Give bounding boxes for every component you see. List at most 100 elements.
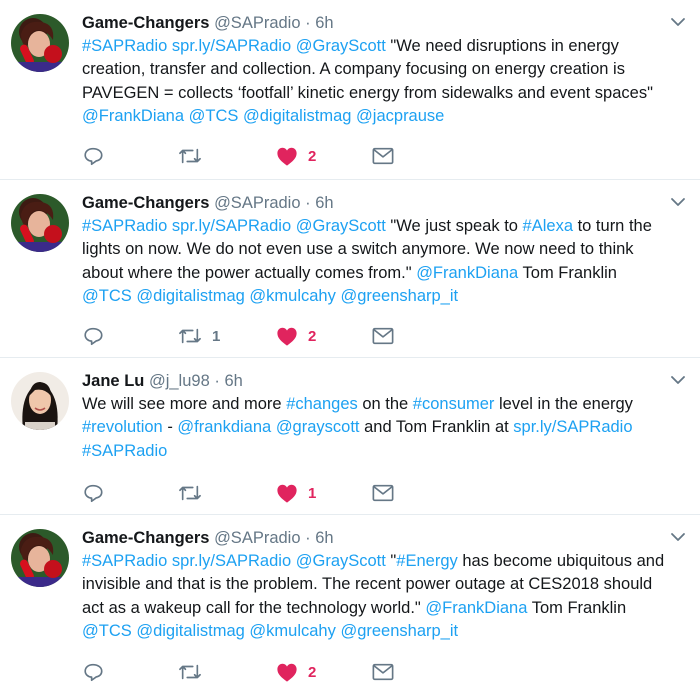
mention-link[interactable]: @greensharp_it — [340, 622, 458, 640]
tweet-header: Game-Changers @SAPradio · 6h — [82, 12, 670, 34]
mention-link[interactable]: @TCS — [189, 107, 239, 125]
tweet-actions: 2 — [82, 143, 700, 169]
separator-dot: · — [305, 529, 311, 547]
envelope-icon — [372, 147, 394, 165]
woman-red-phone-avatar-icon — [11, 14, 69, 72]
retweet-button[interactable] — [178, 143, 212, 169]
tweet-text: #SAPRadio spr.ly/SAPRadio @GrayScott "We… — [82, 35, 670, 129]
like-button[interactable]: 1 — [276, 480, 316, 506]
direct-message-button[interactable] — [372, 323, 394, 349]
chevron-down-icon[interactable] — [670, 194, 686, 210]
url-link[interactable]: spr.ly/SAPRadio — [172, 37, 291, 55]
hashtag-link[interactable]: #Alexa — [523, 217, 573, 235]
mention-link[interactable]: @GrayScott — [296, 552, 386, 570]
envelope-icon — [372, 663, 394, 681]
author-handle[interactable]: @j_lu98 — [149, 372, 210, 390]
mention-link[interactable]: @greensharp_it — [340, 287, 458, 305]
chevron-down-icon[interactable] — [670, 372, 686, 388]
tweet-actions: 1 — [82, 480, 700, 506]
direct-message-button[interactable] — [372, 659, 394, 685]
url-link[interactable]: spr.ly/SAPRadio — [172, 217, 291, 235]
author-handle[interactable]: @SAPradio — [214, 14, 300, 32]
mention-link[interactable]: @digitalistmag — [243, 107, 351, 125]
like-button[interactable]: 2 — [276, 659, 316, 685]
avatar[interactable] — [11, 372, 69, 430]
hashtag-link[interactable]: #SAPRadio — [82, 37, 167, 55]
reply-icon — [84, 484, 103, 503]
hashtag-link[interactable]: #changes — [286, 395, 358, 413]
avatar[interactable] — [11, 194, 69, 252]
mention-link[interactable]: @grayscott — [276, 418, 360, 436]
chevron-down-icon[interactable] — [670, 14, 686, 30]
mention-link[interactable]: @FrankDiana — [416, 264, 518, 282]
retweet-button[interactable] — [178, 480, 212, 506]
tweet-text-segment: "We just speak to — [385, 217, 523, 235]
tweet[interactable]: Game-Changers @SAPradio · 6h #SAPRadio s… — [0, 0, 700, 180]
mention-link[interactable]: @digitalistmag — [136, 622, 244, 640]
like-button[interactable]: 2 — [276, 323, 316, 349]
mention-link[interactable]: @kmulcahy — [249, 622, 335, 640]
reply-button[interactable] — [82, 143, 104, 169]
like-button[interactable]: 2 — [276, 143, 316, 169]
tweet-header: Game-Changers @SAPradio · 6h — [82, 527, 670, 549]
retweet-icon — [179, 485, 201, 501]
direct-message-button[interactable] — [372, 143, 394, 169]
separator-dot: · — [305, 194, 311, 212]
mention-link[interactable]: @TCS — [82, 287, 132, 305]
direct-message-button[interactable] — [372, 480, 394, 506]
chevron-down-icon[interactable] — [670, 529, 686, 545]
timestamp[interactable]: 6h — [315, 14, 333, 32]
retweet-button[interactable] — [178, 659, 212, 685]
tweet-header: Game-Changers @SAPradio · 6h — [82, 192, 670, 214]
hashtag-link[interactable]: #revolution — [82, 418, 163, 436]
mention-link[interactable]: @kmulcahy — [249, 287, 335, 305]
tweet-text: #SAPRadio spr.ly/SAPRadio @GrayScott "#E… — [82, 550, 670, 644]
tweet-text-segment: " — [385, 552, 397, 570]
mention-link[interactable]: @FrankDiana — [425, 599, 527, 617]
author-handle[interactable]: @SAPradio — [214, 529, 300, 547]
tweet-text-segment: We will see more and more — [82, 395, 287, 413]
tweet[interactable]: Game-Changers @SAPradio · 6h #SAPRadio s… — [0, 180, 700, 358]
mention-link[interactable]: @jacprause — [356, 107, 444, 125]
author-name[interactable]: Jane Lu — [82, 372, 144, 390]
tweet[interactable]: Jane Lu @j_lu98 · 6h We will see more an… — [0, 358, 700, 515]
author-name[interactable]: Game-Changers — [82, 14, 209, 32]
author-name[interactable]: Game-Changers — [82, 194, 209, 212]
timestamp[interactable]: 6h — [315, 529, 333, 547]
mention-link[interactable]: @GrayScott — [296, 37, 386, 55]
avatar[interactable] — [11, 529, 69, 587]
avatar[interactable] — [11, 14, 69, 72]
retweet-button[interactable]: 1 — [178, 323, 220, 349]
url-link[interactable]: spr.ly/SAPRadio — [513, 418, 632, 436]
tweet-text: We will see more and more #changes on th… — [82, 393, 670, 463]
heart-icon — [277, 663, 297, 682]
url-link[interactable]: spr.ly/SAPRadio — [172, 552, 291, 570]
reply-button[interactable] — [82, 480, 104, 506]
reply-button[interactable] — [82, 323, 104, 349]
hashtag-link[interactable]: #Energy — [396, 552, 457, 570]
author-handle[interactable]: @SAPradio — [214, 194, 300, 212]
mention-link[interactable]: @digitalistmag — [136, 287, 244, 305]
hashtag-link[interactable]: #SAPRadio — [82, 442, 167, 460]
reply-button[interactable] — [82, 659, 104, 685]
mention-link[interactable]: @TCS — [82, 622, 132, 640]
timestamp[interactable]: 6h — [224, 372, 242, 390]
tweet-feed: Game-Changers @SAPradio · 6h #SAPRadio s… — [0, 0, 700, 687]
heart-icon — [277, 327, 297, 346]
retweet-icon — [179, 328, 201, 344]
hashtag-link[interactable]: #consumer — [413, 395, 495, 413]
author-name[interactable]: Game-Changers — [82, 529, 209, 547]
hashtag-link[interactable]: #SAPRadio — [82, 217, 167, 235]
tweet-text-segment: on the — [357, 395, 413, 413]
envelope-icon — [372, 327, 394, 345]
tweet-text-segment: - — [162, 418, 178, 437]
mention-link[interactable]: @frankdiana — [177, 418, 271, 436]
hashtag-link[interactable]: #SAPRadio — [82, 552, 167, 570]
mention-link[interactable]: @GrayScott — [296, 217, 386, 235]
mention-link[interactable]: @FrankDiana — [82, 107, 184, 125]
tweet-text: #SAPRadio spr.ly/SAPRadio @GrayScott "We… — [82, 215, 670, 309]
tweet-text-segment: Tom Franklin — [527, 598, 627, 617]
timestamp[interactable]: 6h — [315, 194, 333, 212]
like-count: 1 — [308, 484, 317, 502]
tweet[interactable]: Game-Changers @SAPradio · 6h #SAPRadio s… — [0, 515, 700, 687]
